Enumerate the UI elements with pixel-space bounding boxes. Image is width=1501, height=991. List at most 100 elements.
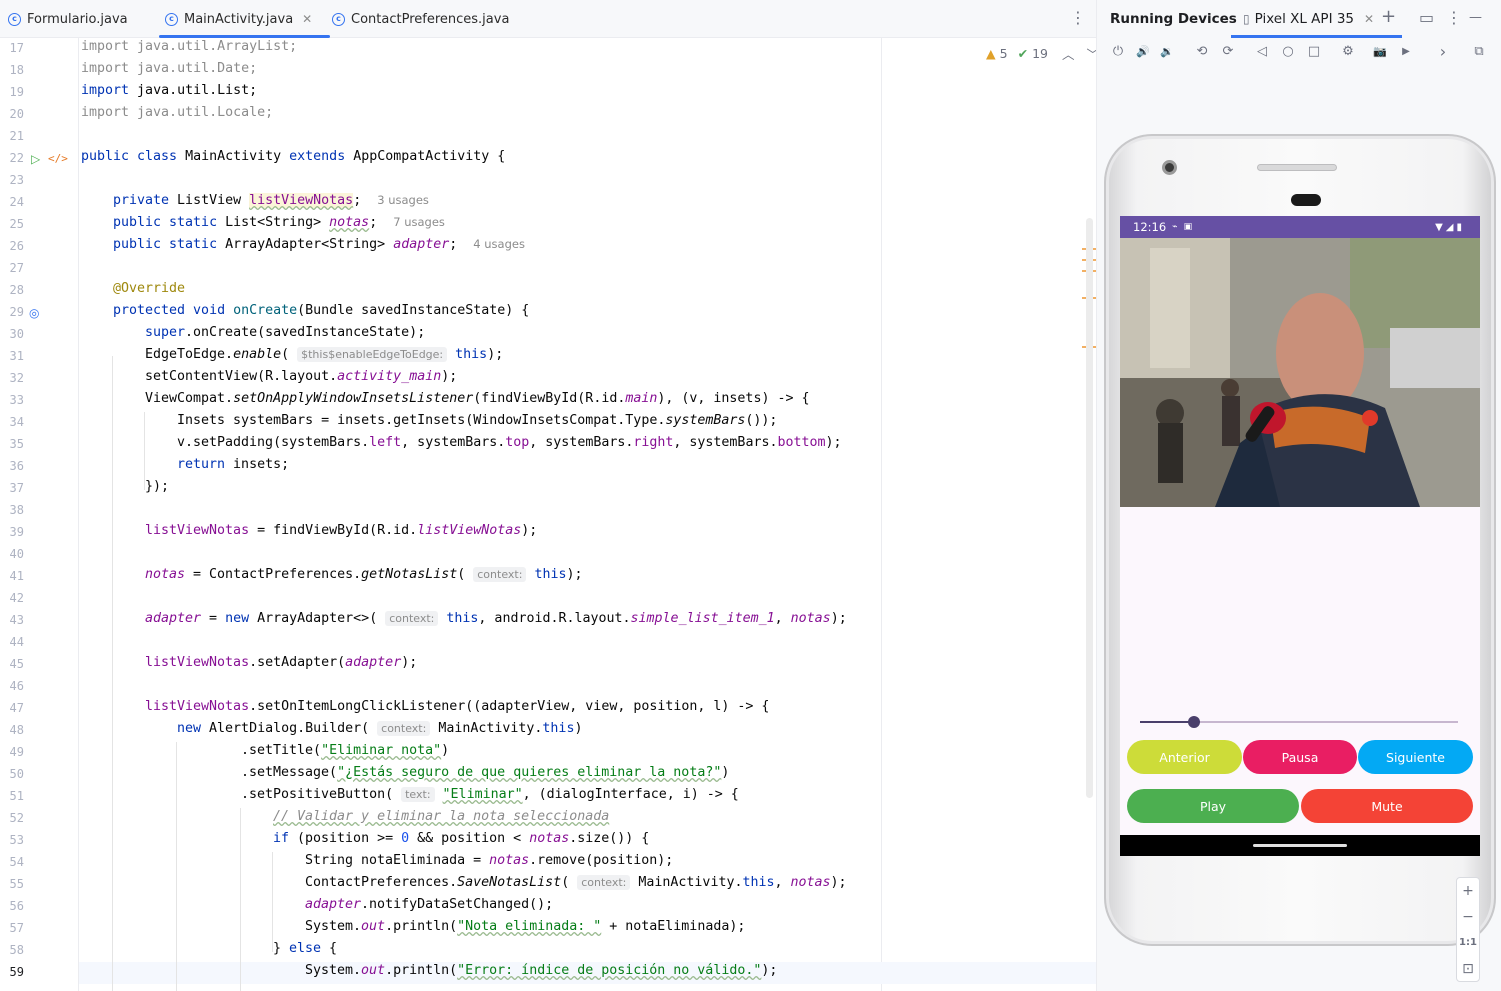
- device-settings-icon[interactable]: ⚙: [1340, 44, 1356, 60]
- code-editor[interactable]: ▲ 5 ✔ 19 ︿ ﹀ 17 18 19 20 21 22 23 24 25 26 27 28 29 3…: [0, 38, 1096, 991]
- seek-thumb[interactable]: [1188, 716, 1201, 728]
- line-number: 36: [9, 459, 24, 473]
- line-number: 27: [9, 261, 24, 275]
- line-number: 31: [9, 349, 24, 363]
- back-icon[interactable]: ◁: [1254, 44, 1270, 60]
- video-view[interactable]: [1120, 238, 1480, 507]
- code-icon[interactable]: </>: [48, 152, 68, 165]
- tab-pixel-xl-api-35[interactable]: ▯ Pixel XL API 35 ✕: [1230, 0, 1403, 38]
- line-number: 32: [9, 371, 24, 385]
- line-number: 28: [9, 283, 24, 297]
- pausa-button[interactable]: Pausa: [1243, 740, 1357, 774]
- line-number: 37: [9, 481, 24, 495]
- code-line-53: if (position >= 0 && position < notas.si…: [273, 831, 650, 846]
- run-icon[interactable]: ▷: [31, 152, 40, 166]
- window-icon[interactable]: ⧉: [1471, 44, 1487, 60]
- code-line-45: listViewNotas.setAdapter(adapter);: [145, 655, 418, 670]
- line-number: 44: [9, 635, 24, 649]
- chevron-up-icon[interactable]: ︿: [1062, 44, 1075, 63]
- zoom-controls: + − 1:1 ⊡: [1456, 877, 1480, 982]
- notification-icon: ▣: [1183, 222, 1193, 232]
- class-icon: c: [8, 12, 21, 26]
- code-line-51: .setPositiveButton( text: "Eliminar", (d…: [241, 787, 739, 802]
- code-line-31: EdgeToEdge.enable( $this$enableEdgeToEdg…: [145, 347, 504, 362]
- line-number: 58: [9, 943, 24, 957]
- zoom-fit-button[interactable]: ⊡: [1457, 956, 1479, 982]
- line-number: 29: [9, 305, 24, 319]
- power-icon[interactable]: ⏻: [1110, 44, 1126, 60]
- code-line-34: Insets systemBars = insets.getInsets(Win…: [177, 413, 778, 428]
- line-number: 19: [9, 85, 24, 99]
- screen-record-icon[interactable]: ▶: [1398, 44, 1414, 60]
- close-icon[interactable]: ✕: [1364, 12, 1374, 26]
- tab-contactpreferences[interactable]: c ContactPreferences.java: [332, 0, 509, 38]
- mute-button[interactable]: Mute: [1301, 789, 1473, 823]
- play-button[interactable]: Play: [1127, 789, 1299, 823]
- rotate-right-icon[interactable]: ⟳: [1220, 44, 1236, 60]
- line-number: 57: [9, 921, 24, 935]
- line-number: 21: [9, 129, 24, 143]
- gutter-divider: [78, 38, 79, 991]
- chevron-down-icon[interactable]: ﹀: [1086, 44, 1096, 63]
- zoom-actual-size-button[interactable]: 1:1: [1457, 930, 1479, 956]
- line-number: 24: [9, 195, 24, 209]
- tab-mainactivity[interactable]: c MainActivity.java ✕: [158, 0, 331, 38]
- line-number: 55: [9, 877, 24, 891]
- code-line-55: ContactPreferences.SaveNotasList( contex…: [305, 875, 847, 890]
- line-number: 34: [9, 415, 24, 429]
- vertical-scrollbar[interactable]: [1086, 218, 1093, 798]
- inspection-widget[interactable]: ▲ 5 ✔ 19 ︿ ﹀: [986, 44, 1096, 63]
- indent-guide: [240, 808, 241, 991]
- siguiente-button[interactable]: Siguiente: [1358, 740, 1473, 774]
- front-camera: [1162, 160, 1177, 175]
- line-number: 45: [9, 657, 24, 671]
- code-line-28: @Override: [113, 281, 186, 296]
- line-number: 42: [9, 591, 24, 605]
- minimize-icon[interactable]: —: [1469, 10, 1482, 25]
- add-device-icon[interactable]: +: [1381, 6, 1396, 27]
- overview-icon[interactable]: □: [1306, 44, 1322, 60]
- battery-icon: ▮: [1456, 221, 1462, 233]
- code-line-29: protected void onCreate(Bundle savedInst…: [113, 303, 530, 318]
- code-line-37: });: [145, 479, 170, 494]
- device-frame: 12:16 ⌁ ▣ ▼ ◢ ▮ Anterior Pausa Siguiente…: [1104, 134, 1496, 946]
- tab-formulario[interactable]: c Formulario.java: [8, 0, 128, 38]
- code-line-24: private ListView listViewNotas; 3 usages: [113, 193, 429, 208]
- line-number: 59: [9, 965, 24, 979]
- tab-label: MainActivity.java: [184, 11, 294, 27]
- anterior-button[interactable]: Anterior: [1127, 740, 1242, 774]
- gesture-handle[interactable]: [1253, 844, 1347, 847]
- code-line-32: setContentView(R.layout.activity_main);: [145, 369, 458, 384]
- tab-label: Formulario.java: [27, 11, 128, 27]
- line-number: 25: [9, 217, 24, 231]
- code-line-35: v.setPadding(systemBars.left, systemBars…: [177, 435, 842, 450]
- code-line-22: public class MainActivity extends AppCom…: [81, 149, 506, 164]
- override-icon[interactable]: ◎: [29, 306, 39, 320]
- home-icon[interactable]: ○: [1280, 44, 1296, 60]
- code-line-18: import java.util.Date;: [81, 61, 258, 76]
- device-tab-label: Pixel XL API 35: [1254, 11, 1355, 27]
- rotate-left-icon[interactable]: ⟲: [1194, 44, 1210, 60]
- line-number: 39: [9, 525, 24, 539]
- volume-up-icon[interactable]: 🔊: [1135, 44, 1151, 60]
- line-number: 18: [9, 63, 24, 77]
- indent-guide: [112, 356, 113, 991]
- more-options-icon[interactable]: ⋮: [1446, 8, 1462, 27]
- line-number: 49: [9, 745, 24, 759]
- line-number: 35: [9, 437, 24, 451]
- device-screen[interactable]: 12:16 ⌁ ▣ ▼ ◢ ▮ Anterior Pausa Siguiente…: [1120, 216, 1480, 856]
- code-line-25: public static List<String> notas; 7 usag…: [113, 215, 445, 230]
- close-icon[interactable]: ✕: [302, 12, 312, 26]
- more-options-icon[interactable]: ⋮: [1070, 8, 1086, 27]
- running-devices-panel: Running Devices ▯ Pixel XL API 35 ✕ + ▭ …: [1096, 0, 1501, 991]
- line-number: 52: [9, 811, 24, 825]
- code-line-48: new AlertDialog.Builder( context: MainAc…: [177, 721, 583, 736]
- class-icon: c: [332, 12, 345, 26]
- line-number: 53: [9, 833, 24, 847]
- zoom-out-button[interactable]: −: [1457, 904, 1479, 930]
- expand-icon[interactable]: ›: [1435, 44, 1451, 60]
- screenshot-icon[interactable]: 📷: [1372, 44, 1388, 60]
- window-icon[interactable]: ▭: [1419, 8, 1434, 27]
- volume-down-icon[interactable]: 🔉: [1159, 44, 1175, 60]
- zoom-in-button[interactable]: +: [1457, 878, 1479, 904]
